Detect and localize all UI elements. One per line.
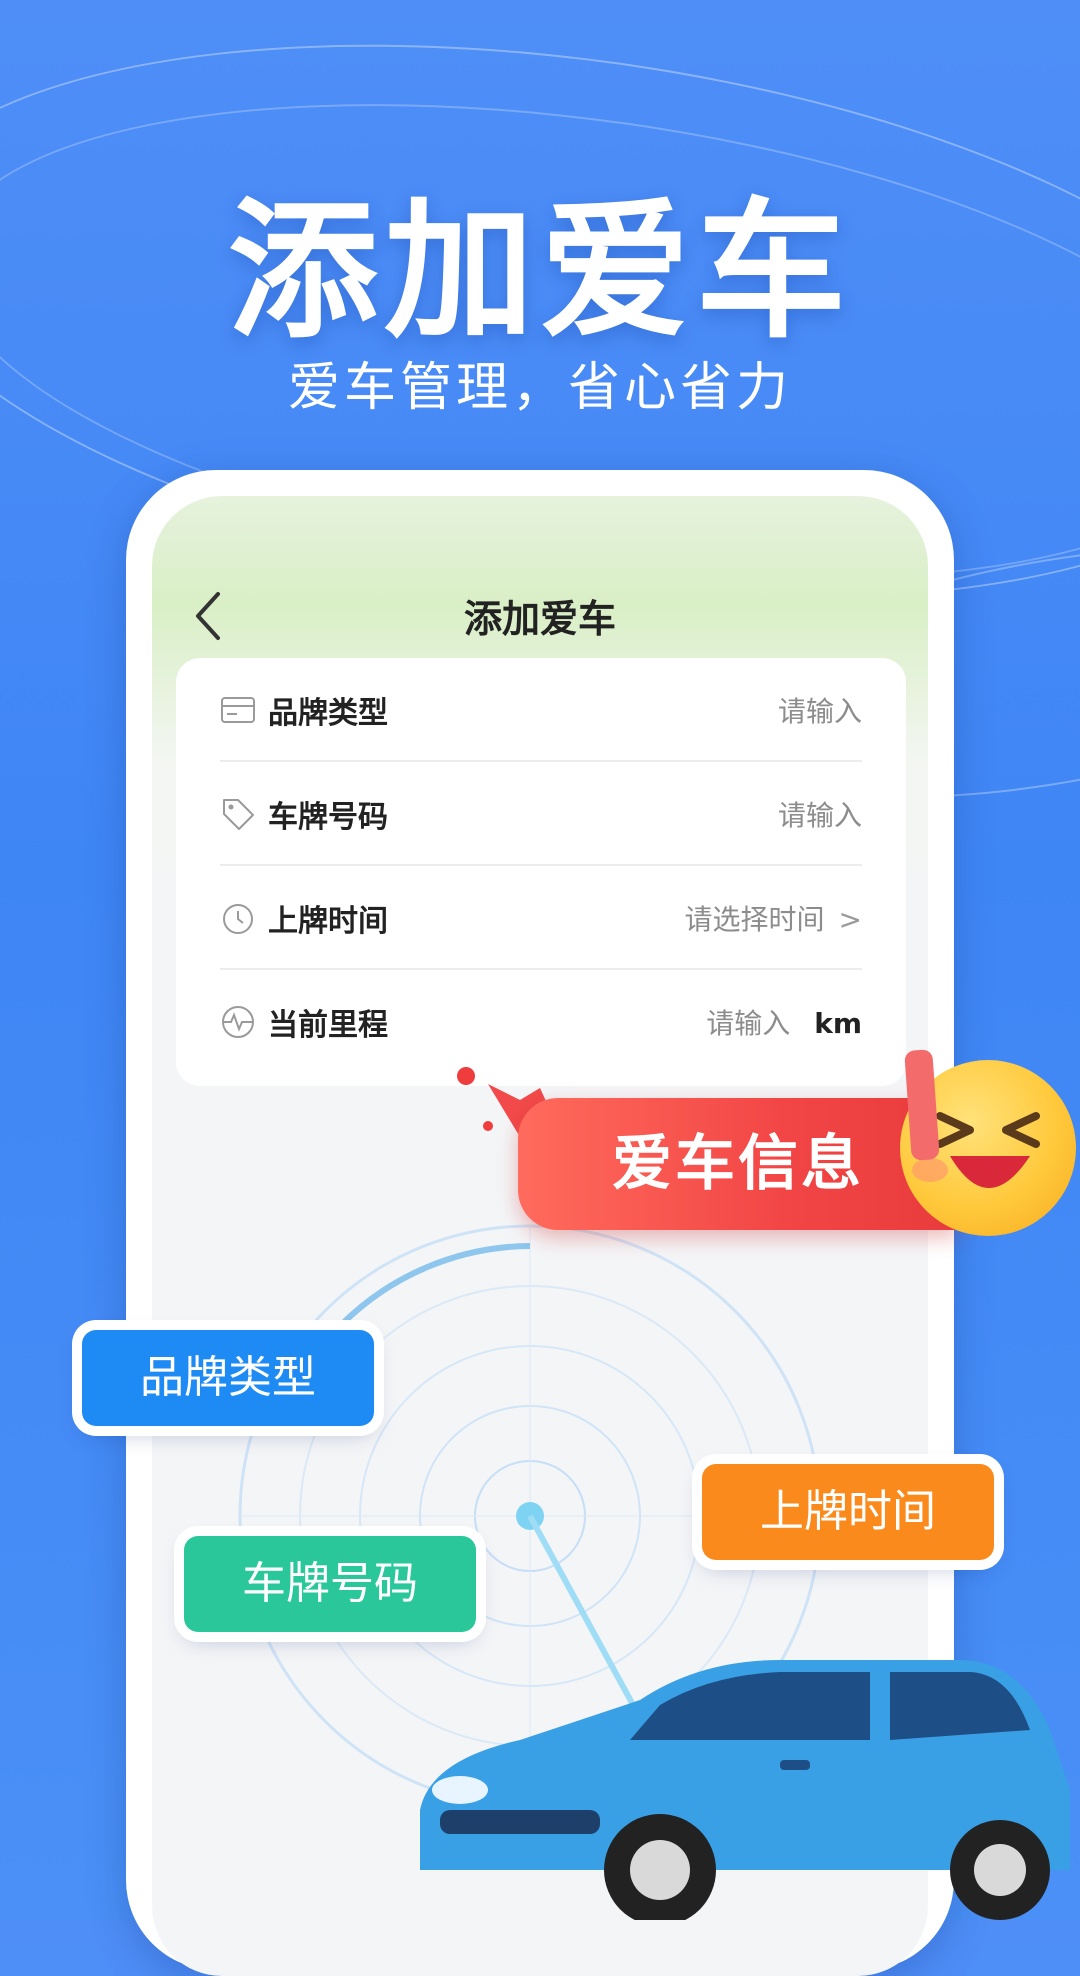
date-picker[interactable]: 请选择时间 > bbox=[685, 898, 862, 938]
form-label: 车牌号码 bbox=[268, 800, 388, 835]
mileage-placeholder: 请输入 bbox=[706, 1007, 791, 1040]
form-row-date[interactable]: 上牌时间 请选择时间 > bbox=[220, 866, 862, 970]
form-label: 品牌类型 bbox=[268, 696, 388, 731]
form-label: 当前里程 bbox=[268, 1008, 388, 1043]
pulse-icon bbox=[222, 1006, 254, 1038]
card-icon bbox=[221, 697, 255, 723]
car-illustration bbox=[420, 1660, 1070, 1920]
hero-subtitle: 爱车管理，省心省力 bbox=[287, 358, 792, 418]
chevron-right-icon: > bbox=[838, 903, 862, 936]
car-form-card: 品牌类型 请输入 车牌号码 请输入 上牌时间 请选择时间 > 当前里程 请输入 … bbox=[176, 658, 906, 1086]
brand-input[interactable]: 请输入 bbox=[778, 690, 862, 730]
screen-title: 添加爱车 bbox=[463, 597, 616, 641]
form-row-brand[interactable]: 品牌类型 请输入 bbox=[220, 658, 862, 762]
car-info-banner: 爱车信息 bbox=[518, 1098, 958, 1230]
mileage-input[interactable]: 请输入 km bbox=[706, 1002, 862, 1042]
form-row-mileage[interactable]: 当前里程 请输入 km bbox=[220, 970, 862, 1074]
registration-date-tag: 上牌时间 bbox=[702, 1464, 994, 1560]
form-row-plate[interactable]: 车牌号码 请输入 bbox=[220, 762, 862, 866]
hero-title: 添加爱车 bbox=[227, 185, 852, 359]
plate-number-tag: 车牌号码 bbox=[184, 1536, 476, 1632]
brand-type-tag: 品牌类型 bbox=[82, 1330, 374, 1426]
plate-input[interactable]: 请输入 bbox=[778, 794, 862, 834]
form-label: 上牌时间 bbox=[268, 904, 388, 939]
date-picker-text: 请选择时间 bbox=[684, 903, 825, 936]
clock-icon bbox=[223, 904, 253, 934]
mileage-unit: km bbox=[814, 1007, 862, 1040]
tag-icon bbox=[223, 799, 254, 830]
